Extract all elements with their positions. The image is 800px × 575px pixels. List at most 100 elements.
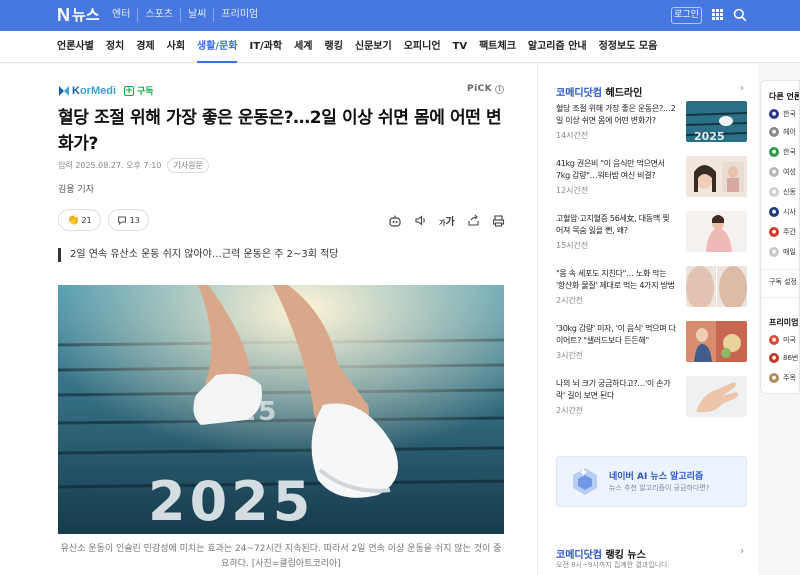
sidebar-news-item[interactable]: 41kg 권은비 "이 음식만 먹으면서 7kg 감량"…워터밤 여신 비결? … bbox=[556, 156, 747, 200]
press-item[interactable]: ● 매일 bbox=[769, 247, 796, 257]
speaker-icon[interactable] bbox=[414, 214, 427, 227]
press-logo-icon: ● bbox=[769, 187, 779, 197]
app-grid-icon[interactable] bbox=[712, 9, 723, 20]
sidebar-news-item[interactable]: 고혈압·고지혈증 56세女, 대동맥 찢어져 목숨 잃을 뻔, 왜? 15시간전 bbox=[556, 211, 747, 255]
category-newspaper[interactable]: 신문보기 bbox=[355, 40, 392, 55]
top-nav-weather[interactable]: 날씨 bbox=[180, 8, 213, 22]
category-by-press[interactable]: 언론사별 bbox=[57, 40, 94, 55]
sidebar-news-item[interactable]: '30kg 감량' 미자, '이 음식' 먹으며 다이어트? "샐러드보다 든든… bbox=[556, 321, 747, 365]
news-thumbnail[interactable] bbox=[686, 211, 747, 252]
news-item-title[interactable]: 혈당 조절 위해 가장 좋은 운동은?…2일 이상 쉬면 몸에 어떤 변화가? bbox=[556, 103, 676, 127]
press-logo-icon: ● bbox=[769, 147, 779, 157]
category-algorithm[interactable]: 알고리즘 안내 bbox=[528, 40, 587, 55]
category-opinion[interactable]: 오피니언 bbox=[404, 40, 441, 55]
article-meta: 입력 2025.08.27. 오후 7:10 기사원문 bbox=[58, 158, 209, 173]
article-tools: 가가 bbox=[388, 213, 517, 228]
photo-year-text: 2025 bbox=[148, 470, 314, 533]
ai-banner-title: 네이버 AI 뉴스 알고리즘 bbox=[609, 472, 704, 482]
sidebar-news-item[interactable]: "몸 속 세포도 지친다"… 노화 막는 '항산화 물질' 제대로 먹는 4가지… bbox=[556, 266, 747, 310]
sidebar-news-item[interactable]: 나의 뇌 크기 궁금하다고?…'이 손가락' 길이 보면 된다 2시간전 bbox=[556, 376, 747, 420]
ai-algorithm-banner[interactable]: 네이버 AI 뉴스 알고리즘 뉴스 추천 알고리즘이 궁금하다면? bbox=[556, 456, 747, 507]
press-logo-icon: ● bbox=[769, 227, 779, 237]
top-navigation-bar: N 뉴스 엔터 스포츠 날씨 프리미엄 로그인 bbox=[0, 0, 800, 31]
news-item-title[interactable]: "몸 속 세포도 지친다"… 노화 막는 '항산화 물질' 제대로 먹는 4가지… bbox=[556, 268, 676, 292]
login-button[interactable]: 로그인 bbox=[671, 7, 702, 24]
original-article-link[interactable]: 기사원문 bbox=[167, 158, 209, 173]
bot-summary-icon[interactable] bbox=[388, 214, 402, 228]
news-item-title[interactable]: 고혈압·고지혈증 56세女, 대동맥 찢어져 목숨 잃을 뻔, 왜? bbox=[556, 213, 676, 237]
press-logo-icon: ● bbox=[769, 207, 779, 217]
photo-stairs-runner: 2025 2025 bbox=[58, 285, 504, 534]
info-icon[interactable]: i bbox=[495, 84, 505, 94]
top-nav-premium[interactable]: 프리미엄 bbox=[213, 8, 265, 22]
premium-item[interactable]: ● 미국 bbox=[769, 335, 796, 345]
category-corrections[interactable]: 정정보도 모음 bbox=[599, 40, 658, 55]
kormedi-logo-icon[interactable] bbox=[58, 85, 70, 97]
article-panel: KorMedi + 구독 PiCK i 혈당 조절 위해 가장 좋은 운동은?…2일… bbox=[0, 64, 537, 575]
category-society[interactable]: 사회 bbox=[167, 40, 185, 55]
top-nav-sports[interactable]: 스포츠 bbox=[137, 8, 180, 22]
press-item[interactable]: ● 헤이 bbox=[769, 127, 796, 137]
category-ranking[interactable]: 랭킹 bbox=[325, 40, 343, 55]
news-item-title[interactable]: 41kg 권은비 "이 음식만 먹으면서 7kg 감량"…워터밤 여신 비결? bbox=[556, 158, 676, 182]
premium-logo-icon: ● bbox=[769, 373, 779, 383]
premium-logo-icon: ● bbox=[769, 335, 779, 345]
news-thumbnail[interactable]: 2025 bbox=[686, 101, 747, 142]
news-item-title[interactable]: '30kg 감량' 미자, '이 음식' 먹으며 다이어트? "샐러드보다 든든… bbox=[556, 323, 676, 347]
category-life-culture[interactable]: 생활/문화 bbox=[197, 40, 237, 55]
other-press-title: 다른 언론사 bbox=[769, 92, 799, 101]
news-item-title[interactable]: 나의 뇌 크기 궁금하다고?…'이 손가락' 길이 보면 된다 bbox=[556, 378, 676, 402]
press-logo-icon: ● bbox=[769, 127, 779, 137]
reaction-bar: 👏 21 13 bbox=[58, 209, 156, 231]
top-nav-entertainment[interactable]: 엔터 bbox=[112, 8, 137, 22]
category-world[interactable]: 세계 bbox=[294, 40, 312, 55]
ai-algorithm-icon bbox=[573, 468, 597, 495]
logo-n: N bbox=[57, 5, 70, 25]
press-logo-icon: ● bbox=[769, 109, 779, 119]
font-size-button[interactable]: 가가 bbox=[439, 213, 455, 228]
news-thumbnail[interactable] bbox=[686, 266, 747, 307]
category-economy[interactable]: 경제 bbox=[136, 40, 154, 55]
category-it-science[interactable]: IT/과학 bbox=[249, 40, 282, 55]
premium-item[interactable]: ● 주목 bbox=[769, 373, 796, 383]
print-icon[interactable] bbox=[492, 214, 505, 227]
chevron-right-icon[interactable]: › bbox=[740, 546, 744, 557]
naver-news-logo[interactable]: N 뉴스 bbox=[57, 5, 100, 26]
press-logo-icon: ● bbox=[769, 167, 779, 177]
category-politics[interactable]: 정치 bbox=[106, 40, 124, 55]
search-icon[interactable] bbox=[733, 8, 747, 22]
press-item[interactable]: ● 신동 bbox=[769, 187, 796, 197]
reporter-name[interactable]: 김용 기자 bbox=[58, 182, 94, 195]
ranking-subtitle: 오전 8시~9시까지 집계한 결과입니다. bbox=[556, 561, 670, 569]
ranking-section-title[interactable]: 코메디닷컴 랭킹 뉴스 bbox=[556, 546, 646, 561]
article-date: 입력 2025.08.27. 오후 7:10 bbox=[58, 161, 162, 170]
subscribe-settings-link[interactable]: 구독 설정 bbox=[769, 277, 797, 287]
article-headline: 혈당 조절 위해 가장 좋은 운동은?…2일 이상 쉬면 몸에 어떤 변화가? bbox=[58, 108, 502, 154]
press-headline-sidebar: 코메디닷컴 헤드라인 › 혈당 조절 위해 가장 좋은 운동은?…2일 이상 쉬… bbox=[537, 64, 758, 575]
sidebar-news-item[interactable]: 혈당 조절 위해 가장 좋은 운동은?…2일 이상 쉬면 몸에 어떤 변화가? … bbox=[556, 101, 747, 145]
chevron-right-icon[interactable]: › bbox=[740, 83, 744, 94]
press-item[interactable]: ● 여성 bbox=[769, 167, 796, 177]
premium-item[interactable]: ● 86번 bbox=[769, 353, 798, 363]
press-item[interactable]: ● 한국 bbox=[769, 147, 796, 157]
comment-button[interactable]: 13 bbox=[107, 209, 149, 231]
news-thumbnail[interactable] bbox=[686, 156, 747, 197]
news-item-time: 14시간전 bbox=[556, 131, 589, 140]
press-item[interactable]: ● 시사 bbox=[769, 207, 796, 217]
reaction-button[interactable]: 👏 21 bbox=[58, 209, 101, 231]
headline-section-title[interactable]: 코메디닷컴 헤드라인 bbox=[556, 84, 642, 99]
press-header: KorMedi + 구독 bbox=[58, 84, 154, 97]
category-tv[interactable]: TV bbox=[453, 40, 468, 55]
press-logo[interactable]: KorMedi bbox=[72, 85, 116, 97]
news-item-time: 3시간전 bbox=[556, 351, 584, 360]
top-nav-links: 엔터 스포츠 날씨 프리미엄 bbox=[112, 8, 265, 22]
category-navigation: 언론사별 정치 경제 사회 생활/문화 IT/과학 세계 랭킹 신문보기 오피니… bbox=[0, 31, 800, 63]
news-thumbnail[interactable] bbox=[686, 321, 747, 362]
category-factcheck[interactable]: 팩트체크 bbox=[479, 40, 516, 55]
news-thumbnail[interactable] bbox=[686, 376, 747, 417]
pick-badge[interactable]: PiCK i bbox=[467, 84, 505, 94]
press-item[interactable]: ● 주간 bbox=[769, 227, 796, 237]
share-icon[interactable] bbox=[467, 214, 480, 227]
subscribe-button[interactable]: + 구독 bbox=[124, 84, 154, 97]
press-item[interactable]: ● 한국 bbox=[769, 109, 796, 119]
